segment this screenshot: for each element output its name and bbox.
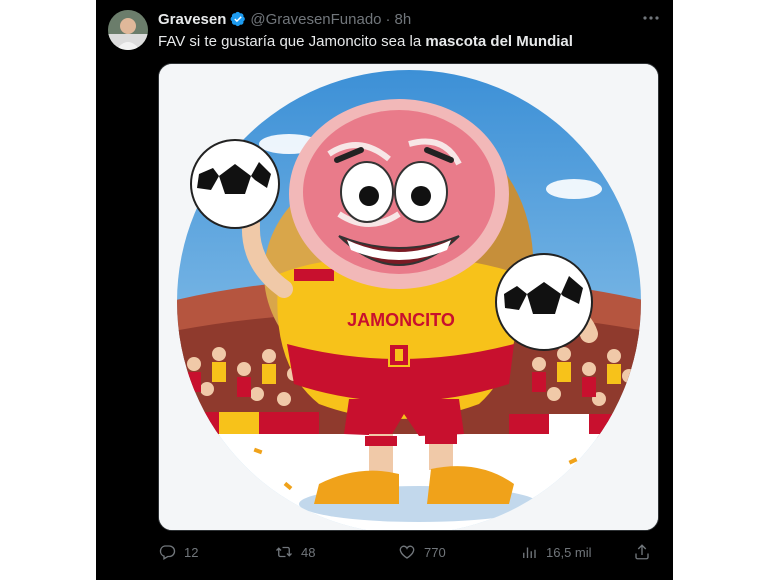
retweet-count: 48	[301, 544, 316, 560]
tweet-text: FAV si te gustaría que Jamoncito sea la …	[158, 32, 659, 52]
tweet-text-bold: mascota del Mundial	[425, 33, 573, 50]
spain-crest-icon	[388, 343, 410, 367]
reply-button[interactable]: 12	[158, 543, 198, 561]
share-button[interactable]	[633, 543, 659, 561]
view-count: 16,5 mil	[546, 544, 592, 560]
share-icon	[635, 544, 649, 560]
tweet-text-plain: FAV si te gustaría que Jamoncito sea la	[158, 33, 426, 50]
display-name[interactable]: Gravesen	[158, 11, 226, 28]
jersey-text: JAMONCITO	[347, 310, 455, 330]
avatar[interactable]	[108, 10, 148, 50]
tweet-card[interactable]: Gravesen @GravesenFunado · 8h FAV si te …	[96, 0, 673, 580]
views-button[interactable]: 16,5 mil	[520, 543, 592, 561]
reply-count: 12	[184, 544, 199, 560]
like-count: 770	[424, 544, 446, 560]
heart-icon	[399, 545, 415, 559]
timestamp[interactable]: 8h	[395, 11, 412, 28]
more-icon[interactable]	[641, 8, 661, 28]
views-icon	[523, 547, 536, 558]
verified-badge-icon	[230, 11, 246, 27]
user-handle[interactable]: @GravesenFunado	[250, 11, 381, 28]
tweet-header: Gravesen @GravesenFunado · 8h	[158, 9, 661, 29]
retweet-icon	[276, 546, 292, 558]
action-bar: 12 48 770 16,5 mil	[158, 540, 661, 564]
tweet-image[interactable]: JAMONCITO	[158, 63, 659, 531]
page-frame: Gravesen @GravesenFunado · 8h FAV si te …	[0, 0, 773, 580]
reply-icon	[159, 545, 176, 560]
retweet-button[interactable]: 48	[275, 543, 315, 561]
separator: ·	[385, 10, 391, 28]
like-button[interactable]: 770	[398, 543, 446, 561]
